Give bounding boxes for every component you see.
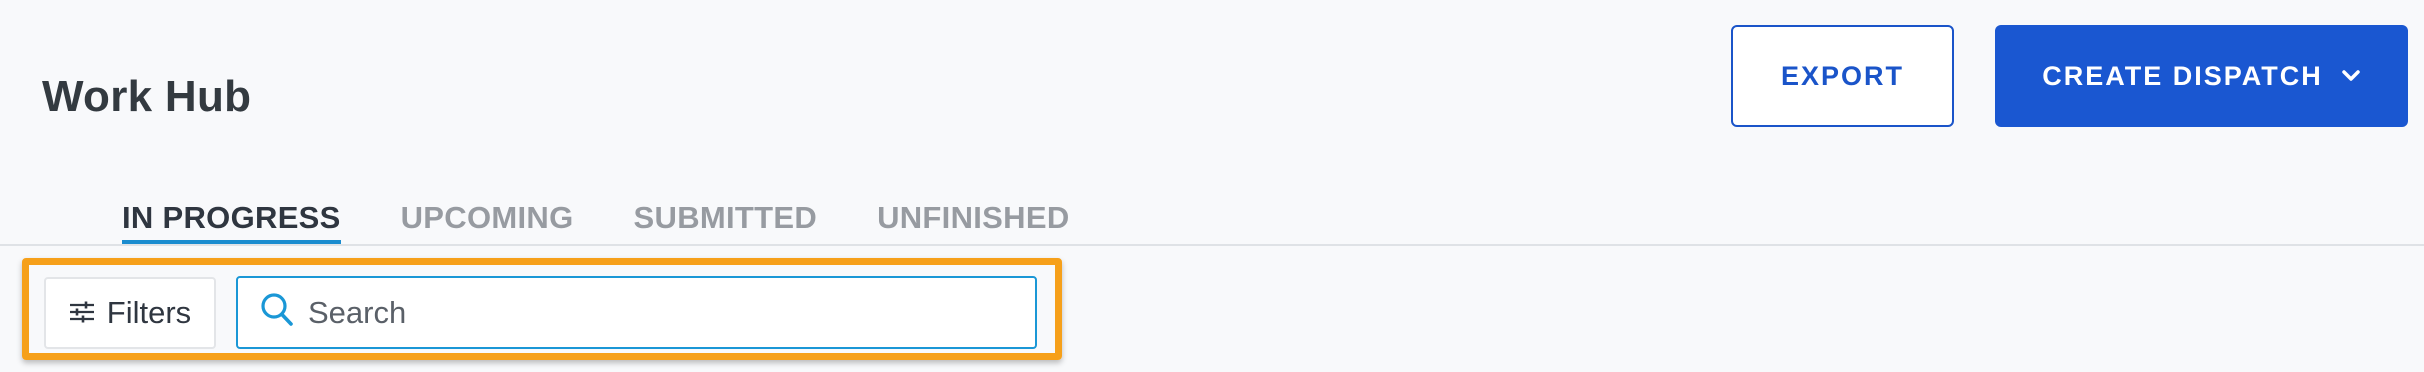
filters-button[interactable]: Filters xyxy=(44,277,216,349)
chevron-down-icon xyxy=(2341,69,2361,83)
tabs-divider xyxy=(0,244,2424,246)
tab-in-progress[interactable]: IN PROGRESS xyxy=(122,196,341,244)
export-button-label: EXPORT xyxy=(1780,60,1905,91)
create-dispatch-label: CREATE DISPATCH xyxy=(2042,60,2323,91)
page-title: Work Hub xyxy=(42,72,252,121)
tab-unfinished[interactable]: UNFINISHED xyxy=(877,196,1069,244)
search-icon xyxy=(260,292,294,333)
filters-label: Filters xyxy=(106,295,192,330)
search-input[interactable] xyxy=(306,293,990,332)
tab-submitted[interactable]: SUBMITTED xyxy=(634,196,818,244)
create-dispatch-button[interactable]: CREATE DISPATCH xyxy=(1995,25,2408,127)
status-tabs: IN PROGRESS UPCOMING SUBMITTED UNFINISHE… xyxy=(122,196,1070,244)
search-field[interactable] xyxy=(236,276,1037,349)
export-button[interactable]: EXPORT xyxy=(1731,25,1954,127)
sliders-icon xyxy=(69,295,95,331)
tab-upcoming[interactable]: UPCOMING xyxy=(401,196,574,244)
